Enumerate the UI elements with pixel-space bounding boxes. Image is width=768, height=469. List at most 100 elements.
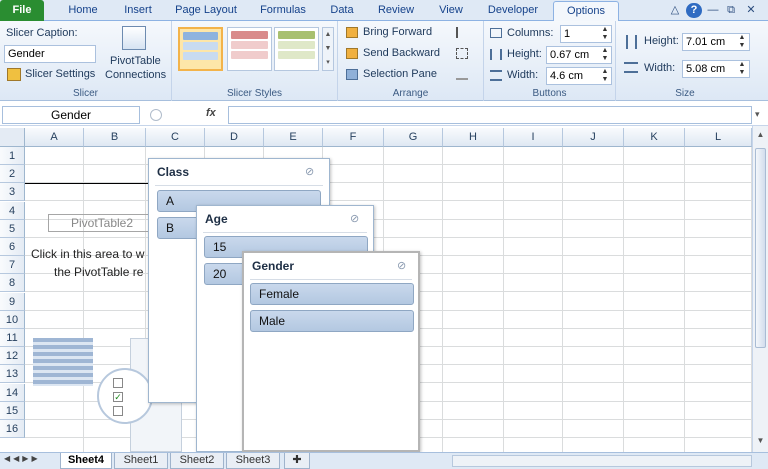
column-header[interactable]: J: [563, 128, 624, 147]
row-header[interactable]: 15: [0, 401, 25, 420]
slicer-item[interactable]: Female: [250, 283, 414, 305]
tab-review[interactable]: Review: [368, 1, 424, 21]
tab-data[interactable]: Data: [318, 1, 366, 21]
clear-filter-icon[interactable]: ⊘: [350, 212, 359, 225]
slicer-caption-label: Slicer Caption:: [6, 27, 78, 39]
column-header[interactable]: I: [504, 128, 563, 147]
columns-label: Columns:: [507, 27, 554, 39]
slicer-style-light-2[interactable]: [227, 27, 272, 71]
sheet-tab-sheet2[interactable]: Sheet2: [170, 453, 224, 469]
column-header[interactable]: C: [146, 128, 205, 147]
ribbon: Slicer Caption: Gender Slicer Settings P…: [0, 21, 768, 101]
column-header[interactable]: K: [624, 128, 685, 147]
formula-input[interactable]: [228, 106, 752, 124]
new-sheet-icon[interactable]: ✚: [284, 453, 310, 469]
pivot-hint-line-1: Click in this area to w: [31, 247, 145, 261]
expand-formula-bar-icon[interactable]: ▾: [755, 109, 760, 120]
sheet-tab-sheet1[interactable]: Sheet1: [114, 453, 168, 469]
bring-forward-button[interactable]: Bring Forward: [363, 26, 432, 38]
row-header[interactable]: 5: [0, 219, 25, 238]
columns-icon: [490, 28, 502, 38]
sheet-tab-bar: ◀◀▶▶ Sheet4 Sheet1 Sheet2 Sheet3 ✚: [0, 452, 768, 469]
tab-home[interactable]: Home: [55, 1, 111, 21]
column-header[interactable]: E: [264, 128, 323, 147]
pivottable-connections-label-1[interactable]: PivotTable: [110, 55, 161, 67]
row-header[interactable]: 11: [0, 329, 25, 347]
row-header[interactable]: 14: [0, 383, 25, 402]
slicer-caption-input[interactable]: Gender: [4, 45, 96, 63]
window-minimize-icon[interactable]: —: [706, 3, 720, 18]
sheet-tab-sheet4[interactable]: Sheet4: [60, 453, 112, 469]
name-box-dropdown-icon[interactable]: [150, 109, 162, 121]
row-header[interactable]: 3: [0, 183, 25, 202]
slicer-width-spinner-icon[interactable]: ▲ ▼: [737, 61, 747, 77]
sheet-nav-icon[interactable]: ◀◀▶▶: [4, 454, 41, 463]
row-header[interactable]: 10: [0, 310, 25, 329]
column-header[interactable]: L: [685, 128, 752, 147]
grid-line: [442, 147, 443, 452]
slicer-settings-button[interactable]: Slicer Settings: [25, 68, 95, 80]
slicer-class-title: Class: [157, 165, 190, 179]
button-width-icon: [490, 70, 502, 81]
row-header[interactable]: 7: [0, 256, 25, 275]
slicer-styles-group-label: Slicer Styles: [226, 88, 282, 99]
row-header[interactable]: 13: [0, 365, 25, 384]
tab-formulas[interactable]: Formulas: [252, 1, 314, 21]
button-height-spinner-icon[interactable]: ▲ ▼: [600, 47, 610, 63]
horizontal-scrollbar[interactable]: [452, 455, 752, 467]
tab-insert[interactable]: Insert: [112, 1, 164, 21]
slicer-style-light-3[interactable]: [274, 27, 319, 71]
group-icon[interactable]: [456, 48, 468, 59]
tab-view[interactable]: View: [428, 1, 474, 21]
pivottable-connections-label-2[interactable]: Connections: [105, 69, 166, 81]
rotate-icon[interactable]: [456, 69, 468, 80]
scroll-thumb[interactable]: [755, 148, 766, 348]
clear-filter-icon[interactable]: ⊘: [305, 165, 314, 178]
worksheet-grid[interactable]: ABCDEFGHIJKL 1 2 3 4 5 6 7 8 9 10 11 12 13 14 15 16 Piv…: [0, 128, 752, 452]
sheet-tab-sheet3[interactable]: Sheet3: [226, 453, 280, 469]
name-box[interactable]: Gender: [2, 106, 140, 124]
tab-options[interactable]: Options: [553, 1, 619, 22]
row-header[interactable]: 2: [0, 165, 25, 184]
styles-scroll-icon[interactable]: ▲ ▼ ▾: [322, 27, 334, 71]
size-group: Height: 7.01 cm ▲ ▼ Width: 5.08 cm ▲ ▼ Siz…: [616, 21, 754, 101]
slicer-item[interactable]: Male: [250, 310, 414, 332]
columns-spinner-icon[interactable]: ▲ ▼: [600, 26, 610, 42]
column-header[interactable]: G: [384, 128, 443, 147]
row-header[interactable]: 1: [0, 147, 25, 165]
row-header[interactable]: 12: [0, 347, 25, 366]
selection-pane-button[interactable]: Selection Pane: [363, 68, 437, 80]
window-close-icon[interactable]: ✕: [744, 3, 758, 18]
scroll-down-icon[interactable]: ▼: [755, 434, 766, 448]
button-width-spinner-icon[interactable]: ▲ ▼: [600, 68, 610, 84]
column-header[interactable]: F: [323, 128, 384, 147]
insert-function-icon[interactable]: fx: [206, 107, 216, 119]
help-icon[interactable]: ?: [686, 3, 702, 18]
tab-developer[interactable]: Developer: [478, 1, 548, 21]
row-header[interactable]: 16: [0, 420, 25, 438]
column-header[interactable]: D: [205, 128, 264, 147]
clear-filter-icon[interactable]: ⊘: [397, 259, 406, 272]
tab-file[interactable]: File: [0, 0, 44, 21]
row-header[interactable]: 4: [0, 201, 25, 220]
column-header[interactable]: A: [25, 128, 84, 147]
send-backward-button[interactable]: Send Backward: [363, 47, 440, 59]
window-restore-icon[interactable]: ⧉: [724, 3, 738, 18]
minimize-ribbon-icon[interactable]: △: [668, 3, 682, 18]
slicer-height-spinner-icon[interactable]: ▲ ▼: [737, 34, 747, 50]
tab-page-layout[interactable]: Page Layout: [166, 1, 246, 21]
scroll-up-icon[interactable]: ▲: [755, 128, 766, 142]
column-header[interactable]: H: [443, 128, 504, 147]
slicer-gender[interactable]: Gender ⊘ Female Male: [242, 251, 420, 452]
row-header[interactable]: 6: [0, 238, 25, 256]
row-header[interactable]: 9: [0, 292, 25, 311]
vertical-scrollbar[interactable]: ▲ ▼: [752, 126, 768, 452]
column-header[interactable]: B: [84, 128, 146, 147]
align-icon[interactable]: [456, 27, 468, 38]
select-all-corner[interactable]: [0, 128, 25, 147]
slicer-style-light-1[interactable]: [178, 27, 223, 71]
grid-line: [623, 147, 624, 452]
send-backward-icon: [346, 48, 358, 59]
row-header[interactable]: 8: [0, 274, 25, 293]
grid-line: [83, 147, 84, 452]
